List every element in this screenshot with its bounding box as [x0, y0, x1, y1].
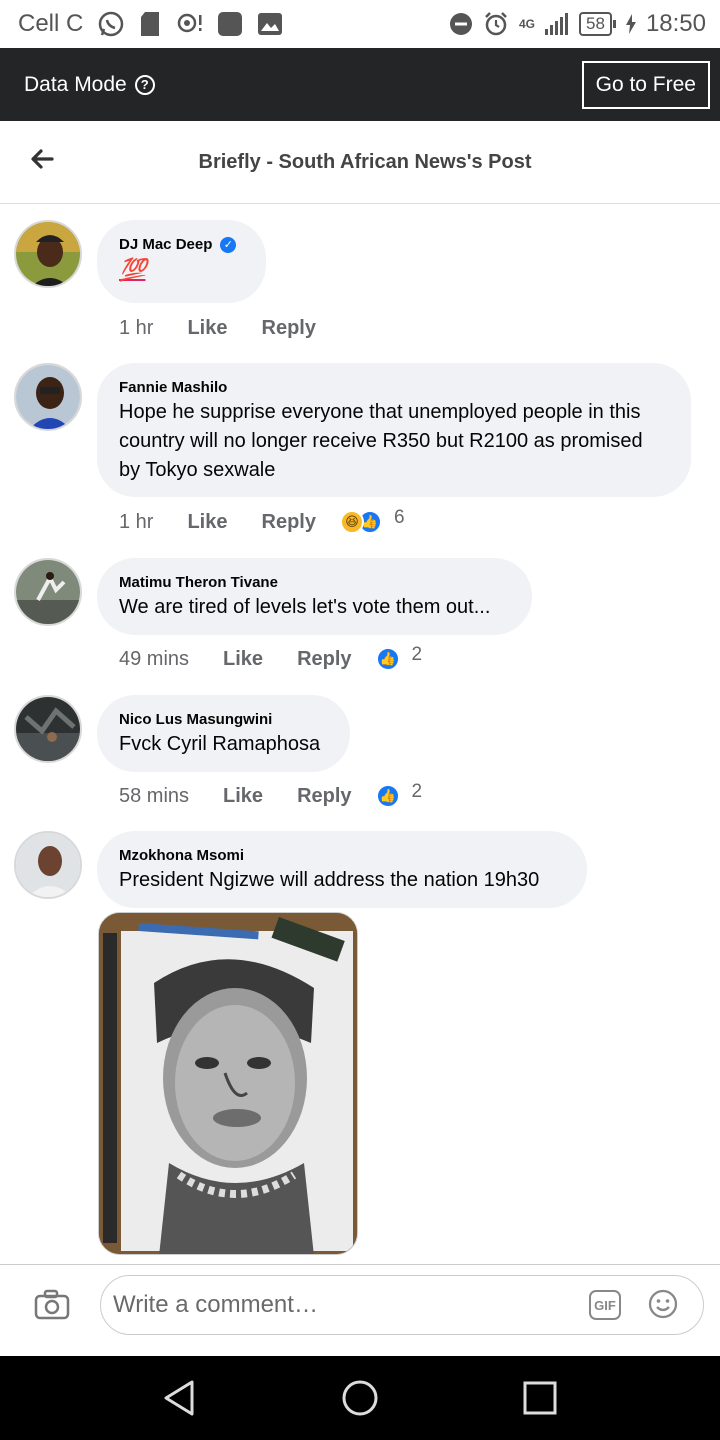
comment-text: Hope he supprise everyone that unemploye… — [119, 401, 643, 481]
comment-time[interactable]: 49 mins — [119, 648, 189, 671]
reply-button[interactable]: Reply — [297, 648, 351, 671]
gallery-icon — [258, 13, 283, 35]
emoji-icon[interactable] — [647, 1288, 679, 1320]
whatsapp-icon — [99, 11, 124, 37]
comment-actions: 1 hr Like Reply — [119, 317, 316, 340]
go-to-free-button[interactable]: Go to Free — [581, 60, 710, 109]
comment-bubble[interactable]: Fannie Mashilo Hope he supprise everyone… — [97, 363, 691, 497]
comment-time[interactable]: 1 hr — [119, 317, 153, 340]
comment-bubble[interactable]: Mzokhona Msomi President Ngizwe will add… — [97, 831, 587, 908]
do-not-disturb-icon — [450, 13, 472, 35]
status-bar: Cell C 4G 58 18:50 — [0, 0, 720, 48]
comment-image[interactable] — [98, 912, 358, 1255]
like-reaction-icon: 👍 — [375, 784, 400, 808]
alarm-icon — [485, 12, 507, 36]
app-icon — [218, 12, 243, 36]
comment-input[interactable]: Write a comment… GIF — [100, 1275, 704, 1335]
reaction-summary[interactable]: 👍 2 — [375, 781, 423, 808]
back-arrow-icon[interactable] — [28, 145, 56, 173]
carrier-label: Cell C — [18, 10, 84, 37]
comment-bubble[interactable]: DJ Mac Deep ✓ 💯 — [97, 220, 266, 303]
comment-bubble[interactable]: Matimu Theron Tivane We are tired of lev… — [97, 558, 532, 635]
comment-author[interactable]: Nico Lus Masungwini — [119, 711, 328, 728]
post-header: Briefly - South African News's Post — [0, 121, 720, 204]
reaction-count: 6 — [393, 507, 405, 528]
comment-author[interactable]: Mzokhona Msomi — [119, 847, 565, 864]
camera-icon[interactable] — [34, 1287, 70, 1323]
hotspot-icon — [178, 13, 202, 33]
data-mode-label: Data Mode — [24, 72, 127, 96]
reply-button[interactable]: Reply — [262, 317, 316, 340]
like-button[interactable]: Like — [223, 648, 263, 671]
data-mode-toggle[interactable]: Data Mode ? — [24, 73, 155, 97]
signal-icon — [545, 13, 569, 35]
reply-button[interactable]: Reply — [262, 511, 316, 534]
reply-button[interactable]: Reply — [297, 785, 351, 808]
comment-actions: 1 hr Like Reply 😆 👍 6 — [119, 507, 405, 534]
avatar[interactable] — [14, 558, 82, 626]
back-nav-icon[interactable] — [160, 1378, 200, 1418]
comment-time[interactable]: 58 mins — [119, 785, 189, 808]
comment-author[interactable]: Matimu Theron Tivane — [119, 574, 510, 591]
avatar[interactable] — [14, 831, 82, 899]
home-nav-icon[interactable] — [340, 1378, 380, 1418]
author-name[interactable]: Fannie Mashilo — [119, 379, 227, 396]
gif-icon[interactable]: GIF — [589, 1290, 621, 1320]
clock-time: 18:50 — [645, 10, 706, 37]
recents-nav-icon[interactable] — [520, 1378, 560, 1418]
reaction-summary[interactable]: 😆 👍 6 — [339, 507, 405, 534]
like-button[interactable]: Like — [187, 511, 227, 534]
avatar[interactable] — [14, 363, 82, 431]
help-icon[interactable]: ? — [134, 74, 155, 95]
like-button[interactable]: Like — [187, 317, 227, 340]
like-button[interactable]: Like — [223, 785, 263, 808]
reaction-count: 2 — [411, 644, 423, 665]
author-name[interactable]: DJ Mac Deep — [119, 236, 212, 253]
comment-input-placeholder: Write a comment… — [113, 1291, 318, 1318]
data-mode-bar: Data Mode ? Go to Free — [0, 48, 720, 121]
author-name[interactable]: Matimu Theron Tivane — [119, 574, 278, 591]
charging-icon — [625, 14, 636, 34]
system-nav-bar — [0, 1356, 720, 1440]
reaction-count: 2 — [411, 781, 423, 802]
author-name[interactable]: Mzokhona Msomi — [119, 847, 244, 864]
like-reaction-icon: 👍 — [375, 647, 400, 671]
avatar[interactable] — [14, 220, 82, 288]
haha-reaction-icon: 😆 — [339, 510, 364, 534]
comment-text: 💯 — [119, 257, 146, 282]
avatar[interactable] — [14, 695, 82, 763]
comment-author[interactable]: DJ Mac Deep ✓ — [119, 236, 244, 253]
page-title: Briefly - South African News's Post — [198, 150, 532, 173]
comment-actions: 49 mins Like Reply 👍 2 — [119, 644, 423, 671]
verified-badge-icon: ✓ — [220, 236, 237, 253]
author-name[interactable]: Nico Lus Masungwini — [119, 711, 272, 728]
comment-bubble[interactable]: Nico Lus Masungwini Fvck Cyril Ramaphosa — [97, 695, 350, 772]
reaction-summary[interactable]: 👍 2 — [375, 644, 423, 671]
comment-time[interactable]: 1 hr — [119, 511, 153, 534]
comment-author[interactable]: Fannie Mashilo — [119, 379, 669, 396]
network-type-label: 4G — [519, 17, 536, 31]
battery-level: 58 — [579, 12, 616, 36]
comment-text: President Ngizwe will address the nation… — [119, 869, 540, 891]
comment-actions: 58 mins Like Reply 👍 2 — [119, 781, 423, 808]
sd-card-icon — [141, 12, 160, 36]
comment-text: Fvck Cyril Ramaphosa — [119, 733, 321, 755]
comment-composer: Write a comment… GIF — [0, 1264, 720, 1356]
comment-text: We are tired of levels let's vote them o… — [119, 596, 491, 618]
